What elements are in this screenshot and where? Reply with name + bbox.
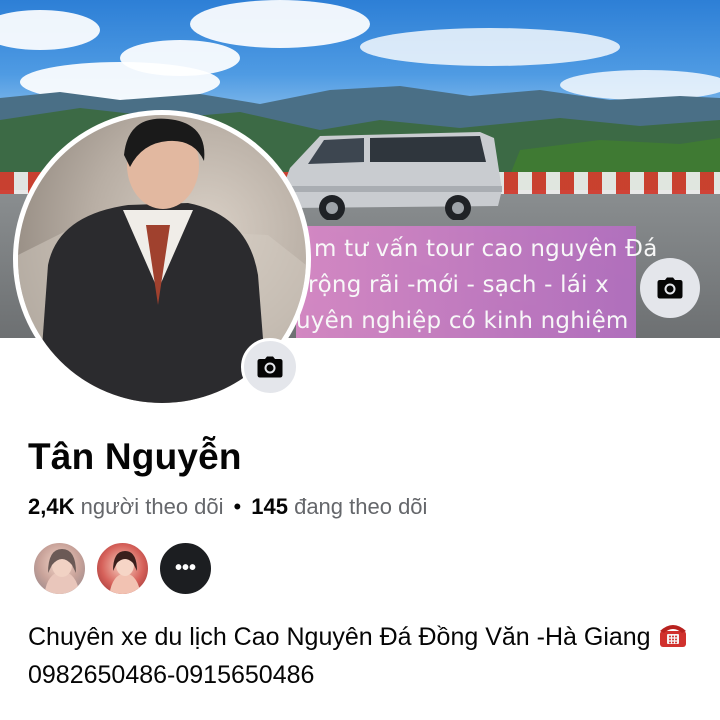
friend-portrait <box>44 549 80 594</box>
see-all-friends-button[interactable]: ••• <box>158 541 213 596</box>
banner-line: m tư vấn tour cao nguyên Đá <box>314 236 658 262</box>
edit-cover-photo-button[interactable] <box>640 258 700 318</box>
followers-label[interactable]: người theo dõi <box>81 494 224 519</box>
friend-avatar[interactable] <box>95 541 150 596</box>
van-image <box>284 132 502 220</box>
stats-separator: • <box>233 494 242 519</box>
friend-avatar[interactable] <box>32 541 87 596</box>
mutual-friends-row[interactable]: ••• <box>32 541 213 596</box>
follow-stats: 2,4K người theo dõi • 145 đang theo dõi <box>28 494 427 520</box>
banner-line: uyên nghiệp có kinh nghiệm <box>296 308 629 334</box>
camera-icon <box>257 356 283 378</box>
telephone-icon <box>659 625 686 647</box>
followers-count[interactable]: 2,4K <box>28 494 74 519</box>
profile-name: Tân Nguyễn <box>28 436 242 477</box>
bio-phone[interactable]: 0982650486-0915650486 <box>28 661 314 689</box>
edit-profile-picture-button[interactable] <box>241 338 299 396</box>
friend-portrait <box>109 551 141 594</box>
following-count[interactable]: 145 <box>251 494 288 519</box>
profile-bio: Chuyên xe du lịch Cao Nguyên Đá Đồng Văn… <box>28 618 698 694</box>
cover-banner: m tư vấn tour cao nguyên Đá rộng rãi -mớ… <box>296 226 657 338</box>
following-label[interactable]: đang theo dõi <box>294 494 427 519</box>
camera-icon <box>657 277 683 299</box>
banner-line: rộng rãi -mới - sạch - lái x <box>308 272 609 298</box>
bio-text: Chuyên xe du lịch Cao Nguyên Đá Đồng Văn… <box>28 623 658 651</box>
